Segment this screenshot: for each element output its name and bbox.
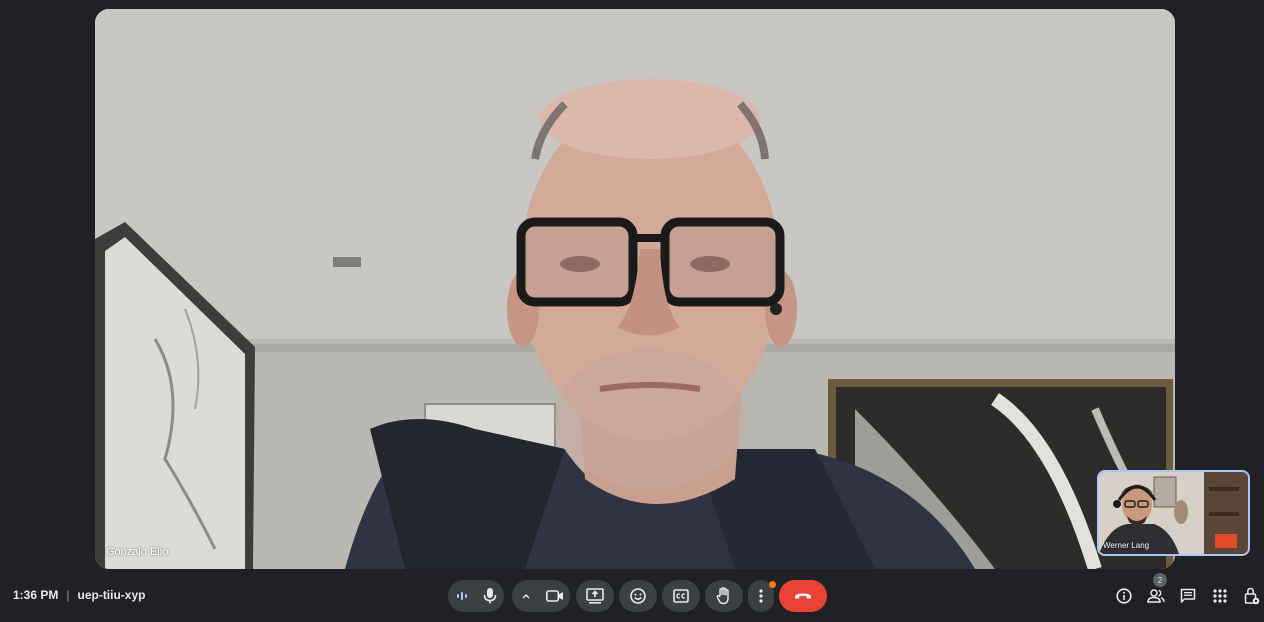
captions-icon [673, 589, 689, 603]
chat-icon [1180, 588, 1196, 604]
chevron-up-icon [521, 592, 531, 600]
hang-up-icon [794, 592, 812, 600]
activities-icon [1213, 589, 1227, 603]
meeting-details-button[interactable] [1108, 583, 1140, 609]
meeting-code: uep-tiiu-xyp [77, 588, 146, 602]
meeting-time: 1:36 PM [13, 588, 59, 602]
notification-dot [769, 581, 776, 588]
camera-button[interactable] [540, 580, 570, 612]
people-button[interactable] [1140, 583, 1172, 609]
host-controls-button[interactable] [1236, 583, 1264, 609]
camera-control-group [512, 580, 570, 612]
microphone-icon [483, 588, 497, 604]
main-participant-name: Gonzalo Elio [106, 546, 169, 558]
present-screen-icon [586, 588, 604, 604]
microphone-button[interactable] [476, 580, 504, 612]
self-participant-name: Werner Lang [1103, 541, 1150, 550]
raise-hand-button[interactable] [705, 580, 743, 612]
main-video-tile[interactable]: Gonzalo Elio [95, 9, 1175, 569]
leave-call-button[interactable] [779, 580, 827, 612]
people-count-badge: 2 [1153, 573, 1167, 587]
side-panel-controls: 2 [1108, 573, 1264, 609]
info-icon [1116, 588, 1132, 604]
audio-level-icon [456, 590, 468, 602]
microphone-control-group [448, 580, 504, 612]
captions-button[interactable] [662, 580, 700, 612]
reactions-button[interactable] [619, 580, 657, 612]
activities-button[interactable] [1204, 583, 1236, 609]
meeting-info-separator: | [66, 588, 70, 602]
chat-button[interactable] [1172, 583, 1204, 609]
more-options-icon [759, 589, 763, 603]
host-controls-icon [1244, 587, 1260, 605]
emoji-icon [630, 588, 646, 604]
self-view-tile[interactable]: Werner Lang [1097, 470, 1250, 556]
meeting-stage: Gonzalo Elio Werner Lang 1:36 PM | uep-t… [0, 0, 1264, 622]
call-controls [448, 580, 827, 612]
camera-icon [546, 590, 564, 602]
present-screen-button[interactable] [576, 580, 614, 612]
meeting-info: 1:36 PM | uep-tiiu-xyp [13, 588, 145, 602]
raise-hand-icon [716, 587, 732, 605]
camera-options-button[interactable] [512, 580, 540, 612]
audio-level-button[interactable] [448, 580, 476, 612]
more-options-button[interactable] [748, 580, 776, 612]
main-video-frame [95, 9, 1175, 569]
people-icon [1147, 589, 1165, 603]
